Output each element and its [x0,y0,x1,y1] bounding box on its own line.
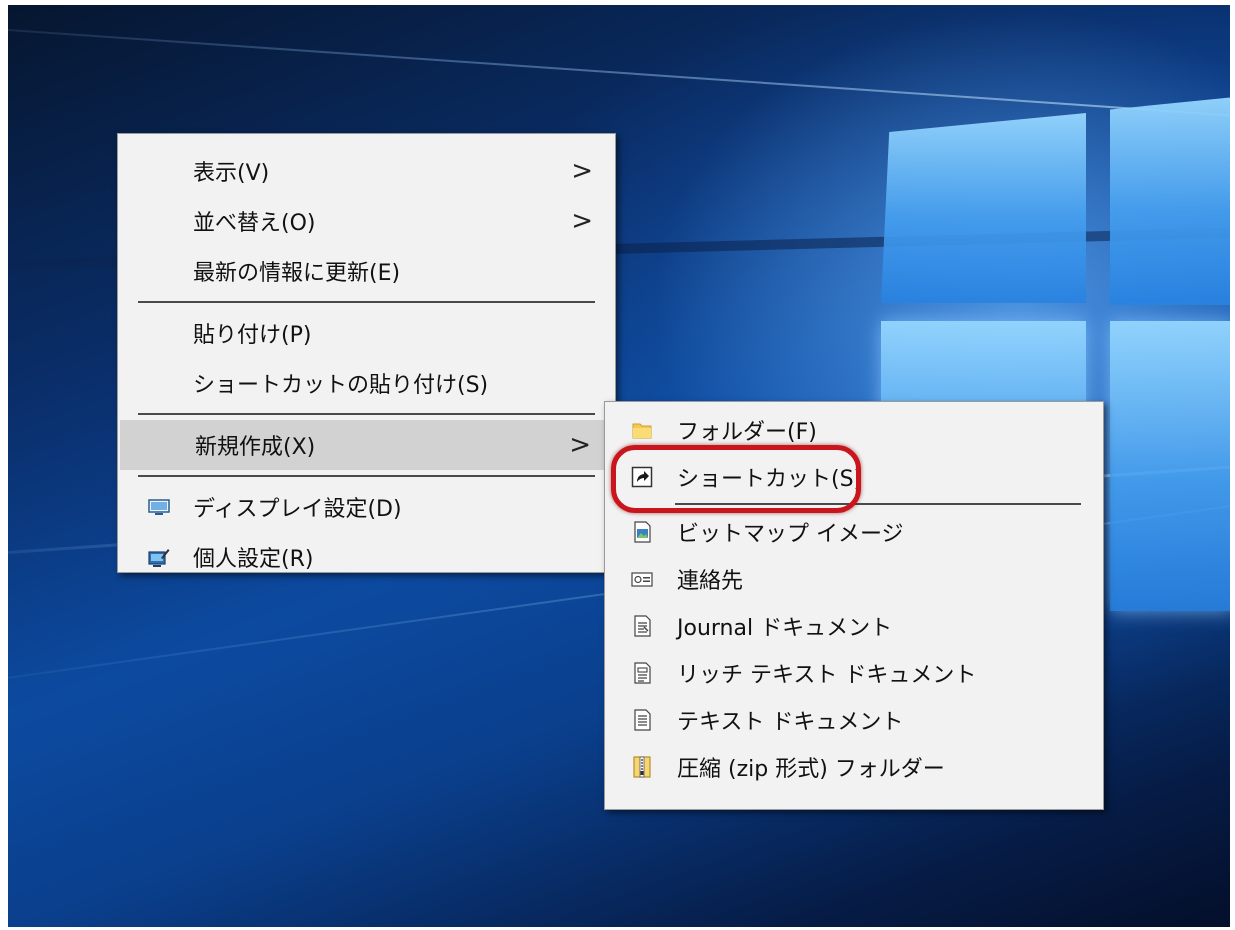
submenu-item-contact[interactable]: 連絡先 [605,555,1103,602]
menu-item-label: Journal ドキュメント [677,615,893,641]
menu-item-sort-by[interactable]: 並べ替え(O) > [118,196,615,246]
menu-item-label: ショートカット(S) [677,466,863,492]
chevron-right-icon: > [571,206,593,236]
chevron-right-icon: > [571,156,593,186]
menu-item-new[interactable]: 新規作成(X) > [120,420,613,470]
menu-separator [138,413,595,415]
bitmap-icon [631,520,653,543]
menu-separator [138,475,595,477]
menu-item-label: ショートカットの貼り付け(S) [193,373,489,398]
menu-item-label: ビットマップ イメージ [677,521,904,547]
submenu-item-shortcut[interactable]: ショートカット(S) [605,453,1103,500]
menu-item-label: 並べ替え(O) [193,211,316,236]
menu-item-label: リッチ テキスト ドキュメント [677,662,977,688]
menu-separator [675,503,1081,505]
chevron-right-icon: > [569,430,591,460]
menu-separator [138,301,595,303]
menu-item-label: 新規作成(X) [195,435,316,460]
menu-item-label: 表示(V) [193,161,270,186]
personalize-icon [148,546,170,568]
menu-item-label: 連絡先 [677,568,744,594]
submenu-item-bitmap[interactable]: ビットマップ イメージ [605,508,1103,555]
menu-item-label: 貼り付け(P) [193,323,312,348]
new-submenu: フォルダー(F) ショートカット(S) ビットマップ イメージ 連絡先 Jour… [604,401,1104,810]
menu-item-paste[interactable]: 貼り付け(P) [118,308,615,358]
menu-item-label: 圧縮 (zip 形式) フォルダー [677,756,945,782]
menu-item-paste-shortcut[interactable]: ショートカットの貼り付け(S) [118,358,615,408]
folder-icon [631,419,653,441]
windows-logo-pane [1110,321,1230,611]
journal-icon [631,614,653,637]
submenu-item-rich-text[interactable]: リッチ テキスト ドキュメント [605,649,1103,696]
submenu-item-text-document[interactable]: テキスト ドキュメント [605,696,1103,743]
menu-item-label: ディスプレイ設定(D) [193,497,402,522]
menu-item-label: 個人設定(R) [193,547,314,572]
menu-item-view[interactable]: 表示(V) > [118,146,615,196]
submenu-item-journal[interactable]: Journal ドキュメント [605,602,1103,649]
desktop-context-menu: 表示(V) > 並べ替え(O) > 最新の情報に更新(E) 貼り付け(P) ショ… [117,133,616,573]
menu-item-display-settings[interactable]: ディスプレイ設定(D) [118,482,615,532]
shortcut-icon [631,466,653,488]
windows-logo-pane [881,113,1086,303]
submenu-item-zip-folder[interactable]: 圧縮 (zip 形式) フォルダー [605,743,1103,790]
text-document-icon [631,708,653,731]
menu-item-label: テキスト ドキュメント [677,709,904,735]
zip-folder-icon [631,755,653,778]
submenu-item-folder[interactable]: フォルダー(F) [605,406,1103,453]
display-icon [148,496,170,518]
contact-icon [631,568,653,590]
menu-item-refresh[interactable]: 最新の情報に更新(E) [118,246,615,296]
windows-logo-pane [1110,97,1230,305]
menu-item-label: 最新の情報に更新(E) [193,261,401,286]
menu-item-personalize[interactable]: 個人設定(R) [118,532,615,582]
menu-item-label: フォルダー(F) [677,419,817,445]
rich-text-icon [631,661,653,684]
